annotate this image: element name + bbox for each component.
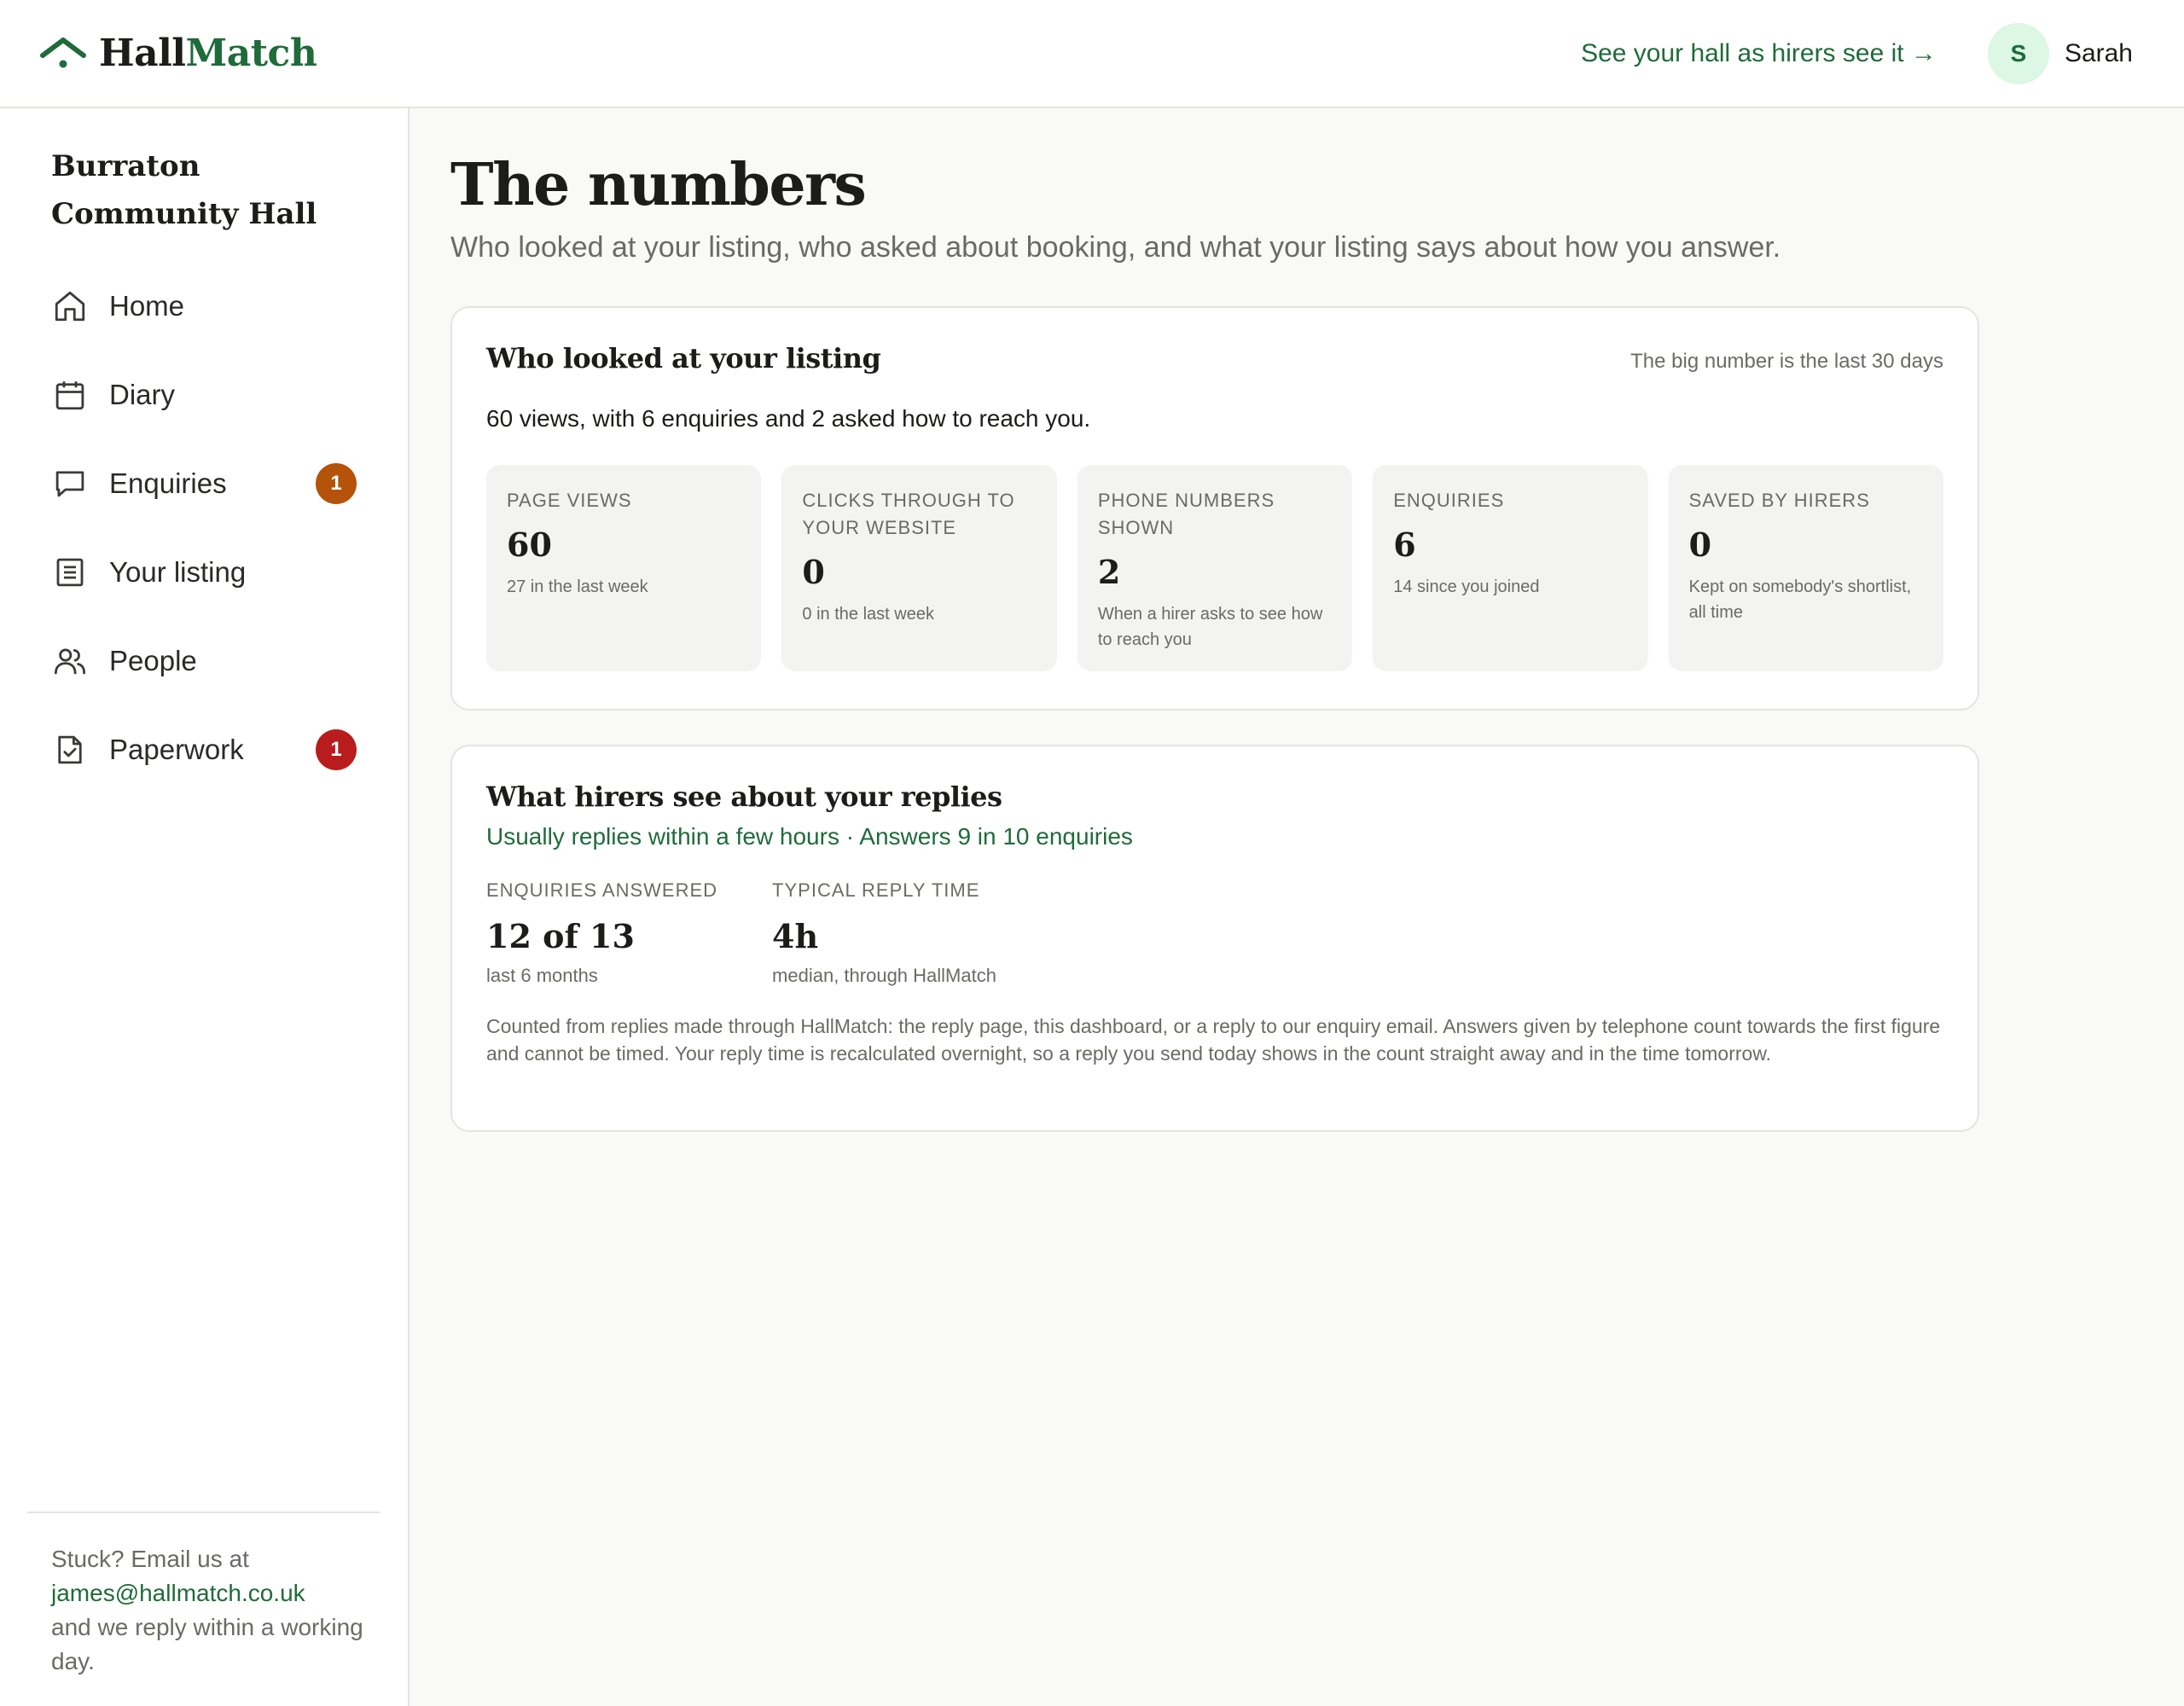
stat-note: Kept on somebody's shortlist, all time bbox=[1688, 577, 1912, 622]
stat-value: 0 bbox=[802, 553, 825, 591]
stat-label: Page views bbox=[507, 490, 632, 511]
paperwork-count-badge: 1 bbox=[316, 729, 357, 770]
brand-name-part2: Match bbox=[185, 32, 317, 75]
stat-note: 0 in the last week bbox=[802, 605, 934, 624]
roof-pin-icon bbox=[40, 37, 86, 67]
support-email-link[interactable]: james@hallmatch.co.uk bbox=[51, 1580, 305, 1606]
stat-tile-phone-numbers: Phone numbers shown 2 When a hirer asks … bbox=[1077, 465, 1353, 671]
stat-value: 0 bbox=[1688, 525, 1712, 564]
preview-listing-link[interactable]: See your hall as hirers see it → bbox=[1581, 39, 1937, 68]
stat-label: Phone numbers shown bbox=[1097, 490, 1275, 538]
listing-views-card: Who looked at your listing The big numbe… bbox=[450, 306, 1979, 711]
sidebar-item-enquiries[interactable]: Enquiries 1 bbox=[0, 439, 408, 528]
enquiries-count-badge: 1 bbox=[316, 463, 357, 504]
card-note: The big number is the last 30 days bbox=[1630, 350, 1943, 373]
stat-value: 2 bbox=[1097, 553, 1121, 591]
card-title: What hirers see about your replies bbox=[486, 780, 1002, 813]
page-subtitle: Who looked at your listing, who asked ab… bbox=[450, 231, 1781, 264]
brand-logo[interactable]: HallMatch bbox=[39, 32, 317, 75]
stat-value: 6 bbox=[1393, 525, 1416, 564]
stat-tile-website-clicks: Clicks through to your website 0 0 in th… bbox=[781, 465, 1057, 671]
support-text-before: Stuck? Email us at bbox=[51, 1546, 249, 1572]
sidebar-item-label: Enquiries bbox=[109, 467, 227, 499]
sidebar-item-label: Home bbox=[109, 290, 185, 322]
stat-label: Saved by hirers bbox=[1688, 490, 1870, 511]
people-icon bbox=[51, 642, 89, 680]
views-summary: 60 views, with 6 enquiries and 2 asked h… bbox=[486, 405, 1091, 432]
sidebar-item-your-listing[interactable]: Your listing bbox=[0, 528, 408, 617]
chat-icon bbox=[51, 465, 89, 502]
sidebar-item-label: Paperwork bbox=[109, 734, 244, 765]
avatar[interactable]: S bbox=[1987, 22, 2049, 84]
stat-tile-saved: Saved by hirers 0 Kept on somebody's sho… bbox=[1668, 465, 1944, 671]
brand-name-part1: Hall bbox=[99, 32, 186, 75]
sidebar-item-home[interactable]: Home bbox=[0, 262, 408, 351]
reply-stat-typical-time: Typical reply time 4h median, through Ha… bbox=[772, 879, 996, 987]
list-icon bbox=[51, 554, 89, 591]
sidebar-item-people[interactable]: People bbox=[0, 617, 408, 705]
sidebar-item-label: Diary bbox=[109, 379, 176, 410]
sidebar-item-diary[interactable]: Diary bbox=[0, 351, 408, 439]
sidebar: Burraton Community Hall Home Diary Enqui… bbox=[0, 108, 410, 1706]
card-title: Who looked at your listing bbox=[486, 342, 881, 374]
home-icon bbox=[51, 287, 89, 325]
reply-explanation: Counted from replies made through HallMa… bbox=[486, 1015, 1941, 1065]
support-note: Stuck? Email us at james@hallmatch.co.uk… bbox=[27, 1512, 380, 1679]
sidebar-item-label: People bbox=[109, 645, 197, 676]
user-name[interactable]: Sarah bbox=[2065, 39, 2133, 68]
stat-note: When a hirer asks to see how to reach yo… bbox=[1097, 605, 1323, 649]
sidebar-item-label: Your listing bbox=[109, 556, 247, 588]
reply-stat-label: Enquiries answered bbox=[486, 879, 718, 901]
reply-stat-answered: Enquiries answered 12 of 13 last 6 month… bbox=[486, 879, 717, 987]
reply-stat-note: last 6 months bbox=[486, 965, 598, 986]
calendar-icon bbox=[51, 376, 89, 414]
checked-document-icon bbox=[51, 731, 89, 769]
reply-stat-value: 12 of 13 bbox=[486, 917, 635, 955]
reply-stats: Enquiries answered 12 of 13 last 6 month… bbox=[486, 879, 1943, 987]
main-content: The numbers Who looked at your listing, … bbox=[450, 108, 1979, 1132]
reply-stat-label: Typical reply time bbox=[772, 879, 980, 901]
replies-card: What hirers see about your replies Usual… bbox=[450, 745, 1979, 1132]
sidebar-nav: Home Diary Enquiries 1 Your listing Peop… bbox=[0, 262, 408, 794]
stat-label: Enquiries bbox=[1393, 490, 1505, 511]
reply-tagline: Usually replies within a few hours · Ans… bbox=[486, 823, 1133, 850]
stat-tile-enquiries: Enquiries 6 14 since you joined bbox=[1373, 465, 1648, 671]
sidebar-item-paperwork[interactable]: Paperwork 1 bbox=[0, 705, 408, 794]
stat-label: Clicks through to your website bbox=[802, 490, 1015, 538]
stat-tiles: Page views 60 27 in the last week Clicks… bbox=[486, 465, 1944, 671]
top-bar: HallMatch See your hall as hirers see it… bbox=[0, 0, 2184, 108]
stat-note: 14 since you joined bbox=[1393, 577, 1540, 596]
stat-note: 27 in the last week bbox=[507, 577, 648, 596]
support-text-after: and we reply within a working day. bbox=[51, 1614, 363, 1674]
stat-value: 60 bbox=[507, 525, 552, 564]
reply-stat-note: median, through HallMatch bbox=[772, 965, 996, 986]
stat-tile-page-views: Page views 60 27 in the last week bbox=[486, 465, 762, 671]
page-title: The numbers bbox=[450, 151, 867, 219]
hall-name: Burraton Community Hall bbox=[51, 149, 317, 231]
reply-stat-value: 4h bbox=[772, 917, 819, 955]
brand-name: HallMatch bbox=[99, 32, 317, 75]
